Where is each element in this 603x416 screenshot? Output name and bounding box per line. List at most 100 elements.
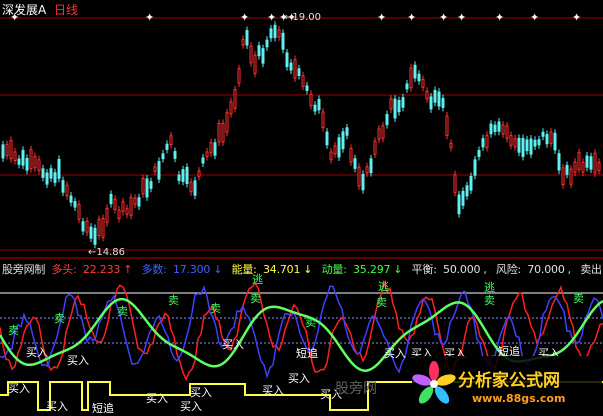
candle-body: [73, 201, 77, 208]
candle-body: [293, 59, 297, 79]
candle-body: [349, 147, 353, 163]
candle-body: [109, 193, 113, 205]
candle-body: [305, 85, 309, 91]
buy-signal-label: 买入: [8, 382, 30, 395]
candle-body: [233, 89, 237, 109]
candle-body: [45, 172, 49, 185]
candle-body: [437, 91, 441, 107]
candle-body: [357, 166, 361, 187]
candle-body: [201, 157, 205, 164]
buy-signal-label: 买入: [222, 338, 244, 351]
sell-signal-label: 卖: [305, 316, 316, 329]
candle-body: [177, 174, 181, 181]
chart-period[interactable]: 日线: [54, 3, 78, 17]
candle-body: [477, 149, 481, 157]
candle-body: [37, 159, 41, 172]
candle-body: [501, 124, 505, 135]
candle-body: [485, 134, 489, 149]
candle-body: [469, 176, 473, 191]
candle-body: [205, 151, 209, 157]
candle-body: [481, 138, 485, 148]
candle-body: [505, 125, 509, 139]
star-marker-icon: ✦: [267, 11, 276, 24]
candle-body: [445, 115, 449, 136]
candle-body: [145, 178, 149, 198]
candle-body: [169, 135, 173, 146]
candle-body: [593, 152, 597, 174]
candle-body: [225, 112, 229, 133]
candle-body: [453, 174, 457, 193]
escape-signal-label: 逃: [252, 273, 263, 286]
candle-body: [249, 45, 253, 64]
high-price-label: ←19.00: [284, 12, 322, 23]
low-price-label: ←14.86: [88, 247, 126, 258]
candle-body: [117, 209, 121, 219]
candle-body: [473, 159, 477, 176]
candle-body: [241, 39, 245, 46]
candle-body: [385, 113, 389, 126]
candle-body: [377, 128, 381, 140]
candle-body: [89, 226, 93, 239]
candle-body: [197, 170, 201, 177]
indicator-item-nengliang: 能量: 34.701 ↓: [231, 263, 313, 276]
buy-signal-label: 买入: [180, 400, 202, 413]
candle-body: [529, 138, 533, 155]
candle-body: [141, 178, 145, 195]
candle-body: [409, 67, 413, 89]
candle-body: [129, 196, 133, 216]
candle-body: [569, 168, 573, 185]
candle-body: [257, 45, 261, 57]
candle-body: [465, 185, 469, 197]
candle-body: [209, 142, 213, 154]
candle-body: [253, 54, 257, 74]
candle-body: [281, 32, 285, 50]
candle-body: [325, 131, 329, 146]
candle-body: [597, 162, 601, 171]
candle-body: [461, 190, 465, 206]
buy-signal-label: 买入: [384, 347, 406, 360]
star-marker-icon: ✦: [572, 11, 581, 24]
candle-body: [57, 158, 61, 179]
candle-body: [537, 139, 541, 146]
candle-body: [61, 180, 65, 193]
watermark-url: www.88gs.com: [472, 392, 566, 405]
candle-body: [1, 144, 5, 159]
candle-body: [313, 104, 317, 112]
sell-signal-label: 卖: [117, 305, 128, 318]
buy-signal-label: 买入: [46, 400, 68, 413]
candle-body: [361, 173, 365, 191]
candle-body: [441, 97, 445, 108]
candle-body: [561, 167, 565, 186]
indicator-name[interactable]: 股旁网制: [2, 263, 45, 276]
candle-body: [549, 131, 553, 144]
candle-body: [573, 161, 577, 173]
candle-body: [381, 125, 385, 139]
candle-body: [337, 137, 341, 158]
candle-body: [13, 151, 17, 162]
candle-body: [17, 158, 21, 165]
candle-body: [245, 30, 249, 46]
candle-body: [137, 197, 141, 207]
indicator-readout: 股旁网制 多头: 22.233 ↑ 多数: 17.300 ↓ 能量: 34.701 ↓…: [2, 261, 603, 277]
escape-signal-label: 逃: [484, 281, 495, 294]
candle-body: [173, 151, 177, 159]
candle-body: [285, 52, 289, 68]
star-marker-icon: ✦: [439, 11, 448, 24]
candle-body: [113, 198, 117, 210]
candle-body: [345, 127, 349, 136]
candle-body: [237, 68, 241, 84]
candle-body: [565, 164, 569, 175]
candle-body: [65, 184, 69, 197]
candle-body: [9, 140, 13, 160]
candle-body: [557, 153, 561, 171]
escape-signal-label: 逃: [378, 280, 389, 293]
candle-body: [509, 135, 513, 146]
star-marker-icon: ✦: [457, 11, 466, 24]
candle-body: [189, 181, 193, 193]
sell-signal-label: 卖: [250, 292, 261, 305]
candle-body: [221, 122, 225, 143]
candle-body: [393, 98, 397, 119]
watermark-text: 分析家公式网: [458, 371, 560, 391]
candle-body: [121, 201, 125, 213]
candle-body: [193, 180, 197, 196]
